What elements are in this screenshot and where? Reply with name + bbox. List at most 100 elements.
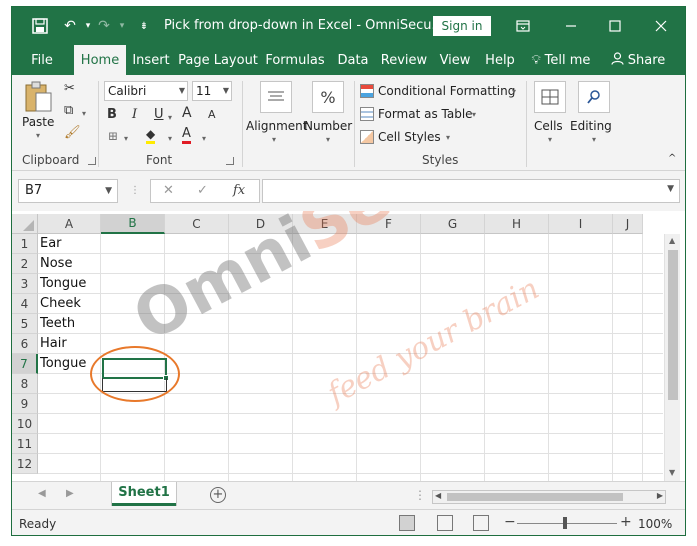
close-icon[interactable] [648,13,674,39]
column-header-i[interactable]: I [549,214,613,234]
cell-a6[interactable]: Hair [40,334,67,354]
editing-button[interactable]: Editing ▾ [568,79,618,149]
increase-font-button[interactable]: A [182,105,192,121]
row-header-2[interactable]: 2 [12,254,38,274]
add-sheet-icon[interactable]: + [210,487,226,503]
page-break-view-icon[interactable] [473,515,489,531]
underline-dropdown-icon[interactable]: ▾ [168,113,172,122]
formula-bar-handle-icon[interactable]: ⋮ [130,185,140,196]
column-header-f[interactable]: F [357,214,421,234]
tab-help[interactable]: Help [482,45,518,75]
column-header-j[interactable]: J [613,214,643,234]
row-header-10[interactable]: 10 [12,414,38,434]
borders-dropdown-icon[interactable]: ▾ [124,134,128,143]
row-header-4[interactable]: 4 [12,294,38,314]
row-header-9[interactable]: 9 [12,394,38,414]
formula-input[interactable]: ▼ [262,179,680,203]
scroll-down-icon[interactable]: ▼ [669,468,675,477]
normal-view-icon[interactable] [399,515,415,531]
page-layout-view-icon[interactable] [437,515,453,531]
horizontal-scrollbar[interactable]: ◀ ▶ [432,490,666,504]
maximize-icon[interactable] [602,13,628,39]
column-header-c[interactable]: C [165,214,229,234]
tab-file[interactable]: File [20,45,64,75]
name-box[interactable]: B7 ▼ [18,179,118,203]
save-icon[interactable] [30,16,50,36]
conditional-formatting-button[interactable]: Conditional Formatting ▾ [360,83,520,101]
copy-icon[interactable]: ⧉ [64,103,73,118]
scroll-right-icon[interactable]: ▶ [657,491,663,500]
alignment-button[interactable]: Alignment ▾ [246,79,307,149]
tab-review[interactable]: Review [380,45,428,75]
cut-icon[interactable]: ✂ [64,81,75,96]
tell-me-search[interactable]: 💡︎ Tell me [528,45,594,75]
row-header-8[interactable]: 8 [12,374,38,394]
number-button[interactable]: % Number ▾ [304,79,354,149]
font-name-select[interactable]: Calibri ▼ [104,81,188,101]
row-header-11[interactable]: 11 [12,434,38,454]
font-color-icon[interactable]: A [182,127,191,144]
vertical-scroll-thumb[interactable] [668,250,678,400]
cell-a4[interactable]: Cheek [40,294,81,314]
zoom-out-icon[interactable]: − [504,514,516,530]
decrease-font-button[interactable]: A [208,108,216,121]
ribbon-display-icon[interactable] [510,13,536,39]
next-sheet-icon[interactable]: ▶ [66,488,74,499]
redo-dropdown-icon[interactable]: ▾ [112,16,132,36]
horizontal-scroll-thumb[interactable] [447,493,623,501]
sign-in-button[interactable]: Sign in [433,16,491,36]
paste-button[interactable]: Paste ▾ [22,79,56,140]
customize-qat-icon[interactable]: ⇟ [134,16,154,36]
font-color-dropdown-icon[interactable]: ▾ [202,134,206,143]
minimize-icon[interactable] [558,13,584,39]
zoom-level[interactable]: 100% [638,517,672,531]
share-button[interactable]: Share [608,45,668,75]
bold-button[interactable]: B [107,107,117,122]
zoom-in-icon[interactable]: + [620,514,632,530]
column-header-h[interactable]: H [485,214,549,234]
cell-a3[interactable]: Tongue [40,274,86,294]
scroll-up-icon[interactable]: ▲ [669,236,675,245]
row-header-7[interactable]: 7 [12,354,38,374]
prev-sheet-icon[interactable]: ◀ [38,488,46,499]
tab-page-layout[interactable]: Page Layout [178,45,258,75]
tab-view[interactable]: View [436,45,474,75]
collapse-ribbon-icon[interactable]: ^ [668,153,676,164]
worksheet-grid[interactable]: ABCDEFGHIJ 1 2 3 4 5 6 7 8 9 10 11 12 Ear Nose Tongue… [12,211,685,481]
cell-a2[interactable]: Nose [40,254,72,274]
zoom-slider[interactable] [517,523,617,524]
copy-dropdown-icon[interactable]: ▾ [82,109,86,118]
cancel-icon[interactable]: ✕ [163,183,174,198]
column-header-e[interactable]: E [293,214,357,234]
borders-icon[interactable]: ⊞ [108,129,118,143]
fill-color-icon[interactable]: ◆ [146,127,156,144]
enter-icon[interactable]: ✓ [197,183,208,198]
row-header-1[interactable]: 1 [12,234,38,254]
row-header-12[interactable]: 12 [12,454,38,474]
row-header-3[interactable]: 3 [12,274,38,294]
column-header-b[interactable]: B [101,214,165,234]
undo-icon[interactable]: ↶ [60,16,80,36]
zoom-slider-thumb[interactable] [563,517,567,529]
cell-a5[interactable]: Teeth [40,314,75,334]
scroll-left-icon[interactable]: ◀ [435,491,441,500]
font-size-select[interactable]: 11 ▼ [192,81,232,101]
sheet-tab-sheet1[interactable]: Sheet1 [112,482,176,506]
tab-insert[interactable]: Insert [130,45,172,75]
redo-icon[interactable]: ↷ [94,16,114,36]
tab-data[interactable]: Data [334,45,372,75]
select-all-corner[interactable] [12,214,38,234]
row-header-6[interactable]: 6 [12,334,38,354]
font-launcher-icon[interactable] [226,157,234,165]
cells-button[interactable]: Cells ▾ [530,79,572,149]
cell-a7[interactable]: Tongue [40,354,86,374]
tab-splitter-icon[interactable]: ⋮ [414,488,426,502]
expand-formula-bar-icon[interactable]: ▼ [667,184,674,194]
vertical-scrollbar[interactable]: ▲ ▼ [664,234,680,481]
format-as-table-button[interactable]: Format as Table ▾ [360,106,480,124]
tab-formulas[interactable]: Formulas [264,45,326,75]
insert-function-icon[interactable]: fx [233,183,245,198]
column-header-g[interactable]: G [421,214,485,234]
clipboard-launcher-icon[interactable] [88,157,96,165]
column-header-a[interactable]: A [38,214,101,234]
